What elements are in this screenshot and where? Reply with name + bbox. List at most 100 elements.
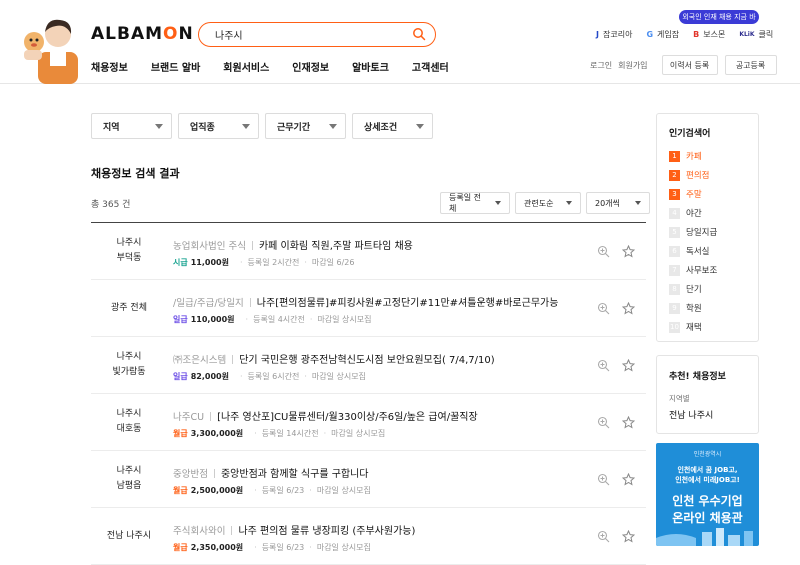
job-title[interactable]: 나주[편의점물류]#피킹사원#고정단기#11만#셔틀운행#바로근무가능 bbox=[257, 298, 559, 309]
klik-icon: KLiK bbox=[739, 31, 755, 38]
zoom-preview-icon[interactable] bbox=[597, 359, 610, 372]
job-company[interactable]: 중앙반점 bbox=[173, 469, 208, 480]
rank-badge: 9 bbox=[669, 302, 680, 314]
incheon-job-fair-banner[interactable]: 인천광역시 인천에서 꿈 JOB고, 인천에서 미래JOB고! 인천 우수기업 … bbox=[656, 443, 759, 546]
city-skyline-graphic bbox=[656, 528, 753, 546]
albamon-logo[interactable]: ALBAMON bbox=[91, 24, 194, 44]
job-row[interactable]: 나주시 남평읍 중앙반점 중앙반점과 함께할 식구를 구합니다 월급 2,500,00… bbox=[91, 451, 646, 508]
family-site-jobkorea[interactable]: J 잡코리아 bbox=[596, 29, 632, 40]
star-scrap-icon[interactable] bbox=[622, 473, 635, 486]
deadline: 마감일 상시모집 bbox=[331, 429, 386, 438]
job-title[interactable]: [나주 영산포]CU물류센터/월330이상/주6일/높은 급여/꿀직장 bbox=[217, 412, 478, 423]
star-scrap-icon[interactable] bbox=[622, 416, 635, 429]
dot-separator: · bbox=[239, 372, 243, 381]
popular-keyword-item[interactable]: 9 학원 bbox=[669, 302, 702, 314]
search-icon[interactable] bbox=[412, 27, 426, 41]
popular-keyword-item[interactable]: 8 단기 bbox=[669, 283, 702, 295]
job-title[interactable]: 중앙반점과 함께할 식구를 구합니다 bbox=[221, 469, 369, 480]
nav-customer-center[interactable]: 고객센터 bbox=[412, 59, 449, 74]
filter-work-period-dropdown[interactable]: 근무기간 bbox=[265, 113, 346, 139]
star-scrap-icon[interactable] bbox=[622, 302, 635, 315]
filter-label: 업직종 bbox=[190, 122, 215, 133]
nav-talent-info[interactable]: 인재정보 bbox=[292, 59, 329, 74]
popular-keyword-item[interactable]: 5 당일지급 bbox=[669, 226, 717, 238]
job-row[interactable]: 전남 나주시 주식회사와이 나주 편의점 물류 냉장피킹 (주부사원가능) 월급 2… bbox=[91, 508, 646, 565]
job-row[interactable]: 광주 전체 /일급/주급/당일지 나주[편의점물류]#피킹사원#고정단기#11만#… bbox=[91, 280, 646, 337]
job-location: 전남 나주시 bbox=[91, 508, 167, 564]
star-scrap-icon[interactable] bbox=[622, 530, 635, 543]
nav-alba-talk[interactable]: 알바토크 bbox=[352, 59, 389, 74]
filter-job-category-dropdown[interactable]: 업직종 bbox=[178, 113, 259, 139]
login-link[interactable]: 로그인 bbox=[590, 60, 612, 71]
popular-keyword-item[interactable]: 2 편의점 bbox=[669, 169, 709, 181]
posted-date: 등록일 6/23 bbox=[261, 486, 305, 495]
family-sites: J 잡코리아 G 게임잡 B 보스몬 KLiK 클릭 bbox=[596, 29, 773, 40]
signup-link[interactable]: 회원가입 bbox=[618, 60, 647, 71]
rank-badge: 10 bbox=[669, 321, 680, 333]
dot-separator: · bbox=[245, 315, 249, 324]
sort-order-dropdown[interactable]: 관련도순 bbox=[515, 192, 581, 214]
job-company[interactable]: 나주CU bbox=[173, 412, 204, 423]
family-site-bossmon[interactable]: B 보스몬 bbox=[693, 29, 725, 40]
gamejob-icon: G bbox=[646, 30, 654, 39]
keyword-label: 카페 bbox=[686, 152, 702, 162]
keyword-label: 단기 bbox=[686, 285, 702, 295]
account-links: 로그인 회원가입 이력서 등록 공고등록 bbox=[590, 55, 777, 75]
family-site-gamejob[interactable]: G 게임잡 bbox=[646, 29, 679, 40]
filter-detail-conditions-dropdown[interactable]: 상세조건 bbox=[352, 113, 433, 139]
search-input[interactable] bbox=[215, 27, 405, 42]
star-scrap-icon[interactable] bbox=[622, 359, 635, 372]
pay-amount: 2,350,000원 bbox=[190, 543, 244, 552]
job-row[interactable]: 나주시 부덕동 농업회사법인 주식 카페 이화림 직원,주말 파트타임 채용 시급 1… bbox=[91, 223, 646, 280]
popular-keyword-item[interactable]: 3 주말 bbox=[669, 188, 702, 200]
resume-register-button[interactable]: 이력서 등록 bbox=[661, 55, 718, 75]
zoom-preview-icon[interactable] bbox=[597, 245, 610, 258]
job-row[interactable]: 나주시 대호동 나주CU [나주 영산포]CU물류센터/월330이상/주6일/높은 … bbox=[91, 394, 646, 451]
job-title[interactable]: 단기 국민은행 광주전남혁신도시점 보안요원모집( 7/4,7/10) bbox=[239, 355, 494, 366]
job-title[interactable]: 카페 이화림 직원,주말 파트타임 채용 bbox=[259, 241, 413, 252]
popular-keyword-item[interactable]: 1 카페 bbox=[669, 150, 702, 162]
sort-page-size-dropdown[interactable]: 20개씩 bbox=[586, 192, 650, 214]
job-location-city: 광주 전체 bbox=[111, 302, 147, 313]
job-post-button[interactable]: 공고등록 bbox=[724, 55, 777, 75]
job-company[interactable]: ㈜조은시스템 bbox=[173, 355, 226, 366]
foreign-talent-promo-badge[interactable]: 외국인 인재 채용 지금 바로! bbox=[679, 10, 759, 35]
banner-org: 인천광역시 bbox=[693, 451, 722, 458]
job-location: 나주시 빛가람동 bbox=[91, 337, 167, 393]
pay-type-badge: 월급 bbox=[173, 543, 188, 552]
job-company[interactable]: /일급/주급/당일지 bbox=[173, 298, 244, 309]
nav-job-info[interactable]: 채용정보 bbox=[91, 59, 128, 74]
zoom-preview-icon[interactable] bbox=[597, 416, 610, 429]
recommended-region-link[interactable]: 전남 나주시 bbox=[669, 408, 713, 421]
zoom-preview-icon[interactable] bbox=[597, 530, 610, 543]
job-company[interactable]: 주식회사와이 bbox=[173, 526, 225, 537]
separator bbox=[251, 241, 253, 250]
job-company[interactable]: 농업회사법인 주식 bbox=[173, 241, 246, 252]
pay-type-badge: 시급 bbox=[173, 258, 188, 267]
star-scrap-icon[interactable] bbox=[622, 245, 635, 258]
dot-separator: · bbox=[323, 429, 327, 438]
dot-separator: · bbox=[254, 486, 257, 495]
family-site-label: 게임잡 bbox=[657, 30, 680, 39]
popular-keyword-item[interactable]: 4 야간 bbox=[669, 207, 702, 219]
dot-separator: · bbox=[309, 486, 312, 495]
popular-keyword-item[interactable]: 6 독서실 bbox=[669, 245, 709, 257]
job-location-city: 전남 나주시 bbox=[106, 530, 152, 541]
popular-keyword-item[interactable]: 10 재택 bbox=[669, 321, 702, 333]
zoom-preview-icon[interactable] bbox=[597, 473, 610, 486]
nav-brand-alba[interactable]: 브랜드 알바 bbox=[151, 59, 200, 74]
filter-region-dropdown[interactable]: 지역 bbox=[91, 113, 172, 139]
chevron-down-icon bbox=[242, 123, 250, 129]
chevron-down-icon bbox=[635, 201, 641, 205]
nav-member-service[interactable]: 회원서비스 bbox=[223, 59, 269, 74]
job-location: 나주시 대호동 bbox=[91, 394, 167, 450]
job-title[interactable]: 나주 편의점 물류 냉장피킹 (주부사원가능) bbox=[238, 526, 415, 537]
logo-text-post: N bbox=[178, 24, 194, 44]
popular-keyword-item[interactable]: 7 사무보조 bbox=[669, 264, 717, 276]
job-row[interactable]: 나주시 빛가람동 ㈜조은시스템 단기 국민은행 광주전남혁신도시점 보안요원모집( … bbox=[91, 337, 646, 394]
sort-date-dropdown[interactable]: 등록일 전체 bbox=[440, 192, 510, 214]
zoom-preview-icon[interactable] bbox=[597, 302, 610, 315]
rank-badge: 4 bbox=[669, 207, 680, 219]
jobkorea-icon: J bbox=[596, 30, 599, 39]
family-site-klik[interactable]: KLiK 클릭 bbox=[739, 29, 773, 40]
